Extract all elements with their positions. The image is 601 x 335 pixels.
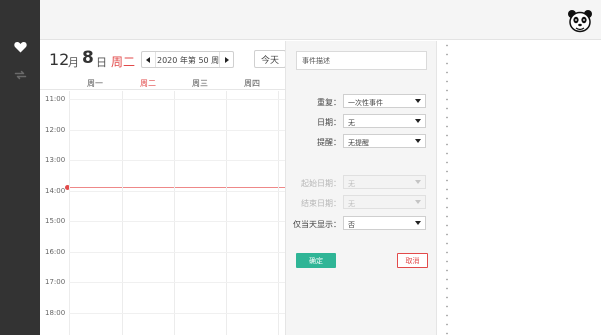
day-header-3: 周三 (192, 79, 208, 88)
form-row: 日期： 无 (286, 114, 438, 128)
sidebar (0, 0, 40, 335)
month-unit: 月 (68, 56, 79, 69)
grid-column-line (69, 91, 70, 335)
day-unit: 日 (96, 56, 107, 69)
cancel-button[interactable]: 取消 (397, 253, 428, 268)
day-header-2: 周二 (140, 79, 156, 88)
chevron-down-icon (415, 180, 421, 184)
select-value: 无 (348, 180, 355, 188)
select-value: 无提醒 (348, 139, 369, 147)
grid-column-line (174, 91, 175, 335)
grid-column-line (226, 91, 227, 335)
form-row: 结束日期： 无 (286, 195, 438, 209)
select-value: 否 (348, 221, 355, 229)
form-row: 重复： 一次性事件 (286, 94, 438, 108)
select-value: 一次性事件 (348, 99, 383, 107)
caret-left-icon (146, 56, 150, 63)
form-label: 起始日期： (301, 179, 341, 188)
time-label: 13:00 (45, 156, 66, 164)
caret-right-icon (225, 56, 229, 63)
grid-column-line (122, 91, 123, 335)
form-label: 提醒： (317, 138, 341, 147)
form-label: 日期： (317, 118, 341, 127)
form-row: 仅当天显示： 否 (286, 216, 438, 230)
today-button[interactable]: 今天 (254, 50, 285, 68)
form-select[interactable]: 无提醒 (343, 134, 426, 148)
hour-line (69, 190, 285, 192)
day-header-1: 周一 (87, 79, 103, 88)
form-row: 起始日期： 无 (286, 175, 438, 189)
hour-line (69, 221, 285, 222)
chevron-down-icon (415, 139, 421, 143)
confirm-button[interactable]: 确定 (296, 253, 336, 268)
current-month: 12 (49, 50, 70, 69)
time-label: 17:00 (45, 278, 66, 286)
hour-line (69, 312, 285, 314)
side-content-area (438, 41, 601, 335)
time-label: 18:00 (45, 308, 66, 317)
hour-line (69, 282, 285, 283)
prev-week-button[interactable] (142, 52, 156, 67)
chevron-down-icon (415, 99, 421, 103)
form-select[interactable]: 一次性事件 (343, 94, 426, 108)
app-window: 12 月 8 日 周二 2020 年第 50 周 今天 周一 周二 周三 周四 11:… (0, 0, 601, 335)
time-label: 14:00 (45, 186, 66, 195)
time-label: 16:00 (45, 247, 66, 256)
form-label: 仅当天显示： (293, 220, 341, 229)
heart-icon[interactable] (10, 37, 30, 57)
form-select: 无 (343, 195, 426, 209)
time-grid[interactable]: 11:00 12:00 13:00 14:00 15:00 16:00 17:00 18:00 (40, 91, 285, 335)
hour-line (69, 99, 285, 100)
current-day: 8 (82, 48, 94, 68)
chevron-down-icon (415, 221, 421, 225)
dotted-divider (446, 41, 448, 335)
event-description-input[interactable] (296, 51, 427, 70)
calendar-view: 12 月 8 日 周二 2020 年第 50 周 今天 周一 周二 周三 周四 11:… (40, 41, 285, 335)
sync-icon[interactable] (10, 65, 30, 85)
select-value: 无 (348, 200, 355, 208)
week-selector: 2020 年第 50 周 (141, 51, 234, 68)
next-week-button[interactable] (219, 52, 233, 67)
event-edit-panel: 重复：一次性事件日期：无提醒：无提醒起始日期：无结束日期：无仅当天显示：否 确定… (285, 41, 437, 335)
grid-column-line (278, 91, 279, 335)
week-label: 2020 年第 50 周 (157, 56, 220, 65)
chevron-down-icon (415, 200, 421, 204)
day-header-row: 周一 周二 周三 周四 (40, 78, 285, 90)
time-label: 15:00 (45, 217, 66, 225)
hour-line (69, 129, 285, 131)
current-weekday: 周二 (111, 55, 136, 69)
panda-avatar-icon[interactable] (567, 8, 593, 34)
chevron-down-icon (415, 119, 421, 123)
form-label: 结束日期： (301, 199, 341, 208)
time-label: 11:00 (45, 95, 66, 103)
form-select: 无 (343, 175, 426, 189)
hour-line (69, 251, 285, 253)
time-label: 12:00 (45, 125, 66, 134)
form-select[interactable]: 无 (343, 114, 426, 128)
hour-line (69, 160, 285, 161)
form-select[interactable]: 否 (343, 216, 426, 230)
day-header-4: 周四 (244, 79, 260, 88)
top-header (40, 0, 601, 40)
form-row: 提醒： 无提醒 (286, 134, 438, 148)
select-value: 无 (348, 119, 355, 127)
form-label: 重复： (317, 98, 341, 107)
current-time-line (69, 187, 285, 188)
